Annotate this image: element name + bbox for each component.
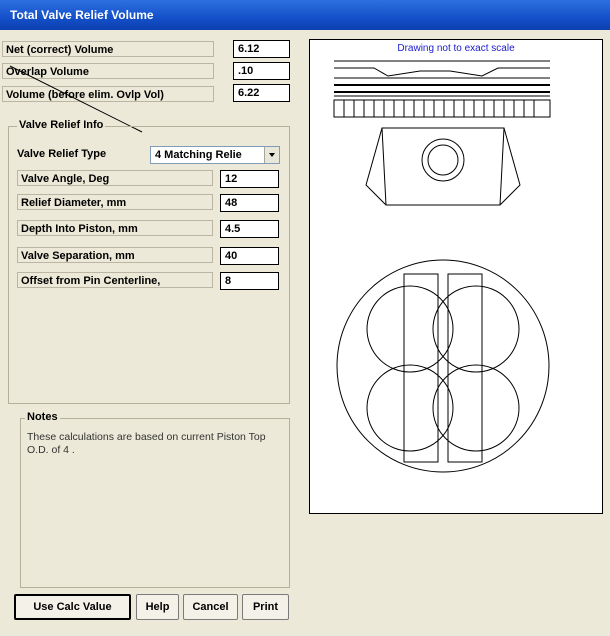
help-button[interactable]: Help: [136, 594, 179, 620]
offset-pin-centerline-label: Offset from Pin Centerline,: [17, 272, 213, 288]
relief-diameter-label: Relief Diameter, mm: [17, 194, 213, 210]
overlap-volume-field[interactable]: .10: [233, 62, 290, 80]
relief-type-label: Valve Relief Type: [17, 148, 107, 160]
relief-diameter-field[interactable]: 48: [220, 194, 279, 212]
valve-separation-label: Valve Separation, mm: [17, 247, 213, 263]
offset-pin-centerline-field[interactable]: 8: [220, 272, 279, 290]
cancel-button[interactable]: Cancel: [183, 594, 238, 620]
net-volume-field[interactable]: 6.12: [233, 40, 290, 58]
piston-side-profile: [334, 60, 550, 97]
before-elim-volume-field[interactable]: 6.22: [233, 84, 290, 102]
valve-relief-group: Valve Relief Info: [8, 119, 290, 404]
relief-type-value: 4 Matching Relie: [155, 149, 242, 161]
print-button[interactable]: Print: [242, 594, 289, 620]
depth-into-piston-label: Depth Into Piston, mm: [17, 220, 213, 236]
notes-group: Notes These calculations are based on cu…: [20, 411, 290, 588]
chevron-down-icon[interactable]: [264, 147, 279, 163]
valve-relief-legend: Valve Relief Info: [17, 119, 106, 131]
piston-skirt: [365, 127, 521, 206]
notes-legend: Notes: [25, 411, 60, 423]
valve-angle-field[interactable]: 12: [220, 170, 279, 188]
piston-top-view: [336, 259, 550, 473]
dialog-window: Total Valve Relief Volume Net (correct) …: [0, 0, 610, 636]
depth-into-piston-field[interactable]: 4.5: [220, 220, 279, 238]
notes-text: These calculations are based on current …: [27, 431, 266, 456]
piston-drawing: [333, 60, 551, 473]
use-calc-value-button[interactable]: Use Calc Value: [14, 594, 131, 620]
piston-drawing-panel: Drawing not to exact scale: [309, 39, 603, 514]
relief-type-select[interactable]: 4 Matching Relie: [150, 146, 280, 164]
valve-separation-field[interactable]: 40: [220, 247, 279, 265]
ring-band: [333, 99, 551, 118]
valve-angle-label: Valve Angle, Deg: [17, 170, 213, 186]
